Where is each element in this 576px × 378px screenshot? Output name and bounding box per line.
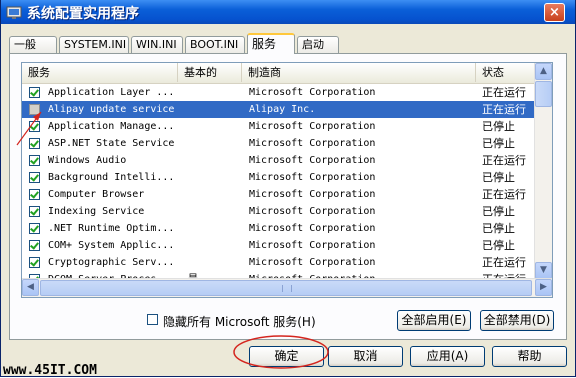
service-name: Windows Audio xyxy=(48,155,127,166)
tab-general[interactable]: 一般 xyxy=(9,36,57,53)
service-name: ASP.NET State Service xyxy=(48,138,175,149)
service-status: 已停止 xyxy=(482,222,515,235)
window-title: 系统配置实用程序 xyxy=(27,6,139,22)
column-header-essential[interactable]: 基本的 xyxy=(178,63,242,82)
tab-boot-ini[interactable]: BOOT.INI xyxy=(185,36,245,53)
service-checkbox[interactable] xyxy=(29,121,40,132)
service-checkbox[interactable] xyxy=(29,257,40,268)
scroll-right-button[interactable]: ▶ xyxy=(535,279,552,296)
service-checkbox[interactable] xyxy=(29,223,40,234)
service-name: .NET Runtime Optim... xyxy=(48,223,175,234)
apply-button[interactable]: 应用(A) xyxy=(410,346,485,367)
service-manufacturer: Microsoft Corporation xyxy=(249,240,376,251)
service-row[interactable]: COM+ System Applic... Microsoft Corporati… xyxy=(22,237,536,254)
service-row[interactable]: .NET Runtime Optim... Microsoft Corporati… xyxy=(22,220,536,237)
service-manufacturer: Alipay Inc. xyxy=(249,104,316,115)
service-name: Application Manage... xyxy=(48,121,175,132)
service-row[interactable]: Indexing Service Microsoft Corporation 已停止 xyxy=(22,203,536,220)
service-status: 已停止 xyxy=(482,205,515,218)
service-name: Indexing Service xyxy=(48,206,145,217)
system-config-window: 系统配置实用程序 × 一般 SYSTEM.INI WIN.INI BOOT.IN… xyxy=(0,0,576,378)
service-row[interactable]: Alipay update service Alipay Inc. 正在运行 xyxy=(22,101,536,118)
service-manufacturer: Microsoft Corporation xyxy=(249,189,376,200)
service-status: 正在运行 xyxy=(482,188,526,201)
service-status: 正在运行 xyxy=(482,103,526,116)
services-list[interactable]: 服务 基本的 制造商 状态 Application Layer ... Micro… xyxy=(21,62,553,298)
service-name: Computer Browser xyxy=(48,189,145,200)
service-name: Background Intelli... xyxy=(48,172,175,183)
cancel-button[interactable]: 取消 xyxy=(328,346,403,367)
tab-system-ini[interactable]: SYSTEM.INI xyxy=(59,36,129,53)
close-button[interactable]: × xyxy=(544,3,565,22)
help-button[interactable]: 帮助 xyxy=(492,346,567,367)
service-name: Cryptographic Serv... xyxy=(48,257,175,268)
service-checkbox[interactable] xyxy=(29,206,40,217)
hide-ms-services-label: 隐藏所有 Microsoft 服务(H) xyxy=(163,315,316,329)
service-status: 已停止 xyxy=(482,137,515,150)
service-row[interactable]: Background Intelli... Microsoft Corporati… xyxy=(22,169,536,186)
service-row[interactable]: ASP.NET State Service Microsoft Corporati… xyxy=(22,135,536,152)
service-manufacturer: Microsoft Corporation xyxy=(249,206,376,217)
service-checkbox[interactable] xyxy=(29,189,40,200)
service-status: 正在运行 xyxy=(482,154,526,167)
disable-all-button[interactable]: 全部禁用(D) xyxy=(480,310,554,331)
hide-ms-services-checkbox[interactable] xyxy=(147,314,158,325)
service-manufacturer: Microsoft Corporation xyxy=(249,257,376,268)
service-name: Application Layer ... xyxy=(48,87,175,98)
service-manufacturer: Microsoft Corporation xyxy=(249,138,376,149)
service-checkbox[interactable] xyxy=(29,138,40,149)
list-header: 服务 基本的 制造商 状态 xyxy=(22,63,536,84)
horizontal-scrollbar[interactable]: ◀ ▶ xyxy=(22,278,552,297)
service-row[interactable]: Computer Browser Microsoft Corporation 正在运… xyxy=(22,186,536,203)
scroll-up-button[interactable]: ▲ xyxy=(535,63,552,80)
service-name: COM+ System Applic... xyxy=(48,240,175,251)
column-header-status[interactable]: 状态 xyxy=(476,63,536,82)
vertical-scroll-thumb[interactable] xyxy=(535,81,552,107)
enable-all-button[interactable]: 全部启用(E) xyxy=(397,310,471,331)
service-manufacturer: Microsoft Corporation xyxy=(249,87,376,98)
service-name: Alipay update service xyxy=(48,104,175,115)
app-icon xyxy=(6,6,22,19)
service-manufacturer: Microsoft Corporation xyxy=(249,172,376,183)
service-status: 已停止 xyxy=(482,239,515,252)
service-row[interactable]: Cryptographic Serv... Microsoft Corporati… xyxy=(22,254,536,271)
service-status: 已停止 xyxy=(482,171,515,184)
service-row[interactable]: Application Manage... Microsoft Corporati… xyxy=(22,118,536,135)
service-manufacturer: Microsoft Corporation xyxy=(249,155,376,166)
vertical-scrollbar[interactable]: ▲ ▼ xyxy=(534,63,552,279)
service-manufacturer: Microsoft Corporation xyxy=(249,223,376,234)
watermark-text: www.45IT.COM xyxy=(3,363,97,378)
column-header-manufacturer[interactable]: 制造商 xyxy=(242,63,476,82)
grip-icon xyxy=(282,285,292,292)
scroll-left-button[interactable]: ◀ xyxy=(22,279,39,296)
service-checkbox[interactable] xyxy=(29,155,40,166)
service-checkbox[interactable] xyxy=(29,104,40,115)
service-manufacturer: Microsoft Corporation xyxy=(249,121,376,132)
service-status: 正在运行 xyxy=(482,256,526,269)
service-checkbox[interactable] xyxy=(29,172,40,183)
tab-startup[interactable]: 启动 xyxy=(297,36,339,53)
column-header-service[interactable]: 服务 xyxy=(22,63,178,82)
service-row[interactable]: Windows Audio Microsoft Corporation 正在运行 xyxy=(22,152,536,169)
tab-win-ini[interactable]: WIN.INI xyxy=(131,36,183,53)
scroll-down-button[interactable]: ▼ xyxy=(535,262,552,279)
title-bar[interactable]: 系统配置实用程序 × xyxy=(1,0,575,24)
service-status: 正在运行 xyxy=(482,86,526,99)
horizontal-scroll-thumb[interactable] xyxy=(40,280,532,296)
service-row[interactable]: Application Layer ... Microsoft Corporati… xyxy=(22,84,536,101)
service-checkbox[interactable] xyxy=(29,240,40,251)
service-checkbox[interactable] xyxy=(29,87,40,98)
tab-services[interactable]: 服务 xyxy=(247,33,295,54)
ok-button[interactable]: 确定 xyxy=(249,346,324,367)
service-status: 已停止 xyxy=(482,120,515,133)
